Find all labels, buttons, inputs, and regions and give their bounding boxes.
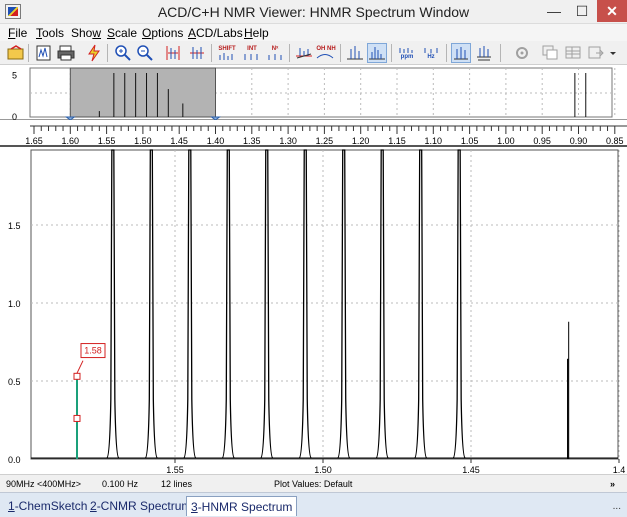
copy-icon[interactable] <box>540 43 560 63</box>
peak-pick-icon[interactable] <box>345 43 365 63</box>
tab-hnmr-spectrum[interactable]: 3-HNMR Spectrum <box>186 496 298 516</box>
shift-button[interactable]: SHIFT <box>216 43 238 63</box>
cursor-label: 1.58 <box>84 346 102 356</box>
y-tick-label: 0.5 <box>8 377 21 387</box>
menu-bar: File Tools Show Scale Options ACD/Labs H… <box>0 24 627 41</box>
plot-frame <box>30 149 619 460</box>
status-bar: 90MHz <400MHz> 0.100 Hz 12 lines Plot Va… <box>0 474 627 492</box>
status-lines: 12 lines <box>161 479 193 489</box>
ppm-ruler[interactable]: 1.65 1.60 1.55 1.50 1.45 1.40 1.35 1.30 1.25 1.20… <box>0 120 627 147</box>
units-hz-button[interactable]: Hz <box>421 43 441 63</box>
menu-options[interactable]: Options <box>142 26 183 40</box>
ruler-tick-label: 1.30 <box>279 136 297 146</box>
tab-overflow-icon[interactable]: ... <box>613 501 621 512</box>
window-title: ACD/C+H NMR Viewer: HNMR Spectrum Window <box>157 4 470 20</box>
ruler-tick-label: 1.60 <box>62 136 80 146</box>
x-tick-label: 1.4 <box>613 465 626 474</box>
ruler-tick-label: 1.15 <box>388 136 406 146</box>
ruler-tick-label: 1.65 <box>25 136 43 146</box>
tab-cnmr-spectrum[interactable]: 2-CNMR Spectrum <box>86 496 195 516</box>
x-tick-label: 1.45 <box>462 465 480 474</box>
multiplicity-button[interactable]: Nˣ <box>265 43 285 63</box>
export-icon[interactable] <box>586 43 606 63</box>
document-tab-bar: 1-ChemSketch 2-CNMR Spectrum 3-HNMR Spec… <box>0 492 627 517</box>
menu-show[interactable]: Show <box>71 26 101 40</box>
ruler-tick-label: 1.00 <box>497 136 515 146</box>
lightning-icon[interactable] <box>84 43 104 63</box>
menu-help[interactable]: Help <box>244 26 269 40</box>
toolbar-overflow-icon[interactable] <box>607 43 619 63</box>
tab-chemsketch[interactable]: 1-ChemSketch <box>4 496 91 516</box>
ruler-icon[interactable] <box>451 43 471 63</box>
ppm-ruler-axis: 1.65 1.60 1.55 1.50 1.45 1.40 1.35 1.30 1.25 1.20… <box>25 125 627 146</box>
ruler-tick-label: 1.10 <box>425 136 443 146</box>
overview-y-tick-label: 0 <box>12 112 17 120</box>
ruler-tick-label: 1.05 <box>461 136 479 146</box>
spectrum-mode-icon[interactable] <box>367 43 387 63</box>
units-ppm-button[interactable]: ppm <box>396 43 418 63</box>
maximize-button[interactable]: ☐ <box>568 0 596 22</box>
x-tick-label: 1.50 <box>314 465 332 474</box>
x-tick-label: 1.55 <box>166 465 184 474</box>
ruler-tick-label: 0.90 <box>570 136 588 146</box>
ruler-tick-label: 1.25 <box>316 136 334 146</box>
title-bar: ACD/C+H NMR Viewer: HNMR Spectrum Window… <box>0 0 627 24</box>
expand-range-icon[interactable] <box>163 43 183 63</box>
overview-chart[interactable]: 50 <box>0 65 627 122</box>
status-frequency: 90MHz <400MHz> <box>6 479 82 489</box>
ruler-tick-label: 0.95 <box>533 136 551 146</box>
spectrum-plot[interactable]: 1.5 1.0 0.5 0.0 1.55 1.50 1.45 1.4 1.58 <box>0 148 627 475</box>
table-icon[interactable] <box>563 43 583 63</box>
close-button[interactable]: ✕ <box>597 0 627 22</box>
overview-y-tick-label: 5 <box>12 71 17 81</box>
y-tick-label: 1.5 <box>8 221 21 231</box>
status-plot-values: Plot Values: Default <box>274 479 353 489</box>
ruler-tick-label: 1.45 <box>170 136 188 146</box>
zoom-in-icon[interactable] <box>113 43 133 63</box>
ruler-tick-label: 1.40 <box>207 136 225 146</box>
baseline-icon[interactable] <box>294 43 314 63</box>
print-icon[interactable] <box>56 43 76 63</box>
y-tick-label: 0.0 <box>8 455 21 465</box>
cursor-handle-mid <box>73 414 81 422</box>
overview-selection-window <box>69 67 216 118</box>
integration-button[interactable]: INT <box>242 43 262 63</box>
ruler-tick-label: 0.85 <box>606 136 624 146</box>
menu-tools[interactable]: Tools <box>36 26 64 40</box>
full-range-icon[interactable] <box>187 43 207 63</box>
exchangeable-protons-button[interactable]: OH NH <box>316 43 336 63</box>
ruler-tick-label: 1.20 <box>352 136 370 146</box>
ruler-tick-label: 1.50 <box>134 136 152 146</box>
y-tick-label: 1.0 <box>8 299 21 309</box>
minimize-button[interactable]: — <box>540 0 568 22</box>
save-spectrum-icon[interactable] <box>34 43 54 63</box>
zoom-out-icon[interactable] <box>135 43 155 63</box>
menu-file[interactable]: File <box>8 26 27 40</box>
settings-gear-icon[interactable] <box>512 43 532 63</box>
menu-scale[interactable]: Scale <box>107 26 137 40</box>
open-structure-icon[interactable] <box>6 43 26 63</box>
spectrum-chart[interactable]: 1.5 1.0 0.5 0.0 1.55 1.50 1.45 1.4 1.58 <box>0 148 627 475</box>
ruler-tick-label: 1.55 <box>98 136 116 146</box>
ruler-tick-label: 1.35 <box>243 136 261 146</box>
overview-plot[interactable]: 50 <box>0 65 627 122</box>
cursor-handle-top <box>73 372 81 380</box>
axis-icon[interactable] <box>474 43 494 63</box>
status-more-icon[interactable]: » <box>610 479 615 489</box>
status-resolution: 0.100 Hz <box>102 479 139 489</box>
menu-acdlabs[interactable]: ACD/Labs <box>188 26 243 40</box>
toolbar: SHIFT INT Nˣ OH NH ppm Hz <box>0 41 627 65</box>
